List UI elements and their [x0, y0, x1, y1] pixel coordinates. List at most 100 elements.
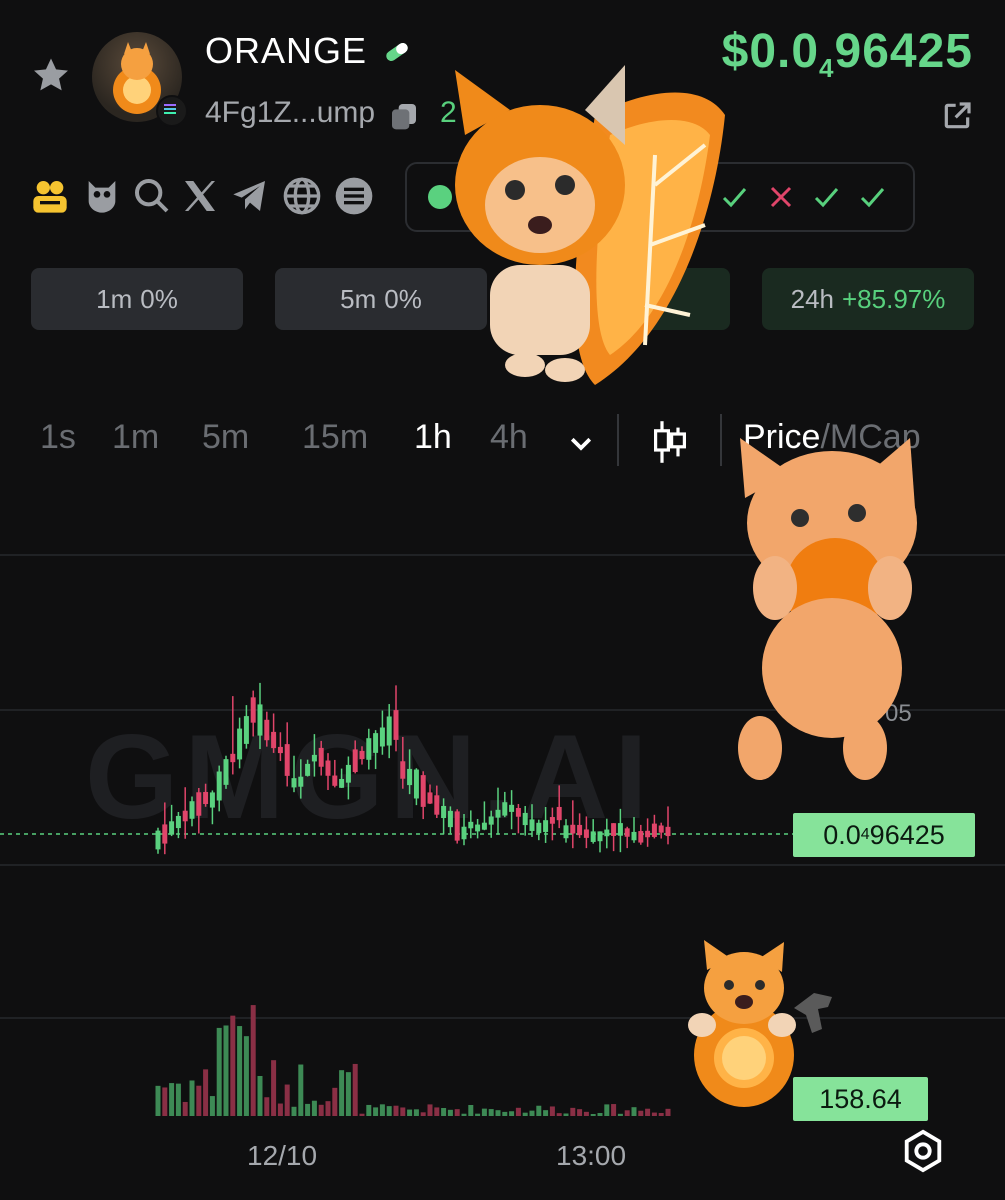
- volume-bar: [237, 1026, 243, 1116]
- candle-body: [189, 801, 195, 819]
- star-icon[interactable]: [30, 55, 72, 97]
- candle-body: [379, 727, 385, 747]
- candle-body: [345, 764, 351, 783]
- volume-bar: [611, 1104, 617, 1116]
- volume-bar: [264, 1097, 270, 1116]
- chevron-down-icon[interactable]: [566, 428, 596, 458]
- users-icon[interactable]: [30, 176, 70, 216]
- volume-bar: [318, 1104, 324, 1116]
- volume-bar: [434, 1107, 440, 1116]
- volume-bar: [305, 1103, 311, 1116]
- price-mcap-toggle[interactable]: Price/MCap: [743, 418, 921, 457]
- volume-bar: [189, 1080, 195, 1116]
- change-5m[interactable]: 5m 0%: [275, 268, 487, 330]
- token-address[interactable]: 4Fg1Z...ump: [205, 96, 375, 130]
- share-icon[interactable]: [941, 100, 973, 132]
- candle-body: [665, 826, 671, 837]
- candle-body: [577, 824, 583, 836]
- change-24h[interactable]: 24h +85.97%: [762, 268, 974, 330]
- candle-body: [216, 771, 222, 801]
- candle-body: [597, 831, 603, 842]
- candle-body: [169, 821, 175, 835]
- candle-body: [305, 763, 311, 776]
- volume-tag: 158.64: [793, 1077, 928, 1121]
- interval-1m[interactable]: 1m: [112, 418, 159, 457]
- volume-bar: [475, 1113, 481, 1116]
- volume-bar: [155, 1085, 161, 1116]
- candle-body: [291, 778, 297, 788]
- volume-bar: [230, 1015, 236, 1116]
- change-hidden[interactable]: [600, 268, 730, 330]
- volume-bar: [345, 1072, 351, 1116]
- globe-icon[interactable]: [282, 176, 322, 216]
- volume-bar: [291, 1106, 297, 1116]
- volume-bar: [563, 1113, 569, 1116]
- volume-bar: [509, 1111, 515, 1116]
- volume-bar: [556, 1113, 562, 1116]
- candle-icon[interactable]: [650, 418, 690, 466]
- candle-body: [339, 778, 345, 788]
- candle-body: [434, 795, 440, 815]
- candle-body: [454, 811, 460, 841]
- volume-bar: [407, 1109, 413, 1116]
- volume-bar: [277, 1103, 283, 1116]
- list-icon[interactable]: [334, 176, 374, 216]
- candle-body: [223, 759, 229, 785]
- candle-body: [332, 775, 338, 786]
- volume-bar: [420, 1112, 426, 1116]
- candle-body: [522, 812, 528, 826]
- token-price: $0.0496425: [721, 25, 973, 83]
- candle-body: [617, 823, 623, 836]
- change-1m[interactable]: 1m 0%: [31, 268, 243, 330]
- settings-icon[interactable]: [900, 1128, 946, 1174]
- candle-body: [441, 805, 447, 819]
- volume-bar: [162, 1087, 168, 1116]
- volume-bar: [583, 1111, 589, 1116]
- candle-body: [284, 744, 290, 776]
- x-icon[interactable]: [180, 176, 220, 216]
- candle-body: [563, 825, 569, 839]
- candle-body: [400, 761, 406, 779]
- volume-bar: [427, 1104, 433, 1116]
- search-icon[interactable]: [132, 176, 172, 216]
- volume-bar: [645, 1108, 651, 1116]
- volume-bar: [209, 1096, 215, 1116]
- volume-bar: [515, 1107, 521, 1116]
- candle-body: [359, 750, 365, 760]
- volume-bar: [271, 1060, 277, 1116]
- candle-body: [515, 807, 521, 817]
- volume-bar: [454, 1109, 460, 1116]
- volume-bar: [570, 1107, 576, 1116]
- candle-body: [475, 824, 481, 832]
- volume-bar: [447, 1109, 453, 1116]
- volume-bar: [359, 1113, 365, 1116]
- candle-body: [230, 753, 236, 763]
- volume-bar: [400, 1107, 406, 1116]
- owl-icon[interactable]: [82, 176, 122, 216]
- candle-body: [509, 804, 515, 812]
- divider: [720, 414, 722, 466]
- candle-body: [481, 822, 487, 830]
- interval-15m[interactable]: 15m: [302, 418, 368, 457]
- volume-bar: [502, 1111, 508, 1116]
- candle-body: [325, 760, 331, 776]
- candle-body: [570, 824, 576, 834]
- interval-1h[interactable]: 1h: [414, 418, 452, 457]
- volume-bar: [617, 1113, 623, 1116]
- solana-badge-icon: [156, 95, 188, 127]
- volume-bar: [488, 1109, 494, 1116]
- candle-body: [318, 747, 324, 767]
- candle-body: [162, 824, 168, 844]
- candle-body: [447, 810, 453, 828]
- axis-label-partial: 05: [885, 700, 912, 727]
- volume-bar: [366, 1104, 372, 1116]
- telegram-icon[interactable]: [230, 176, 270, 216]
- interval-1s[interactable]: 1s: [40, 418, 76, 457]
- volume-bar: [549, 1106, 555, 1116]
- interval-4h[interactable]: 4h: [490, 418, 528, 457]
- volume-bars: [155, 1005, 671, 1116]
- volume-bar: [624, 1110, 630, 1116]
- interval-5m[interactable]: 5m: [202, 418, 249, 457]
- volume-bar: [379, 1104, 385, 1116]
- copy-icon[interactable]: [388, 100, 420, 132]
